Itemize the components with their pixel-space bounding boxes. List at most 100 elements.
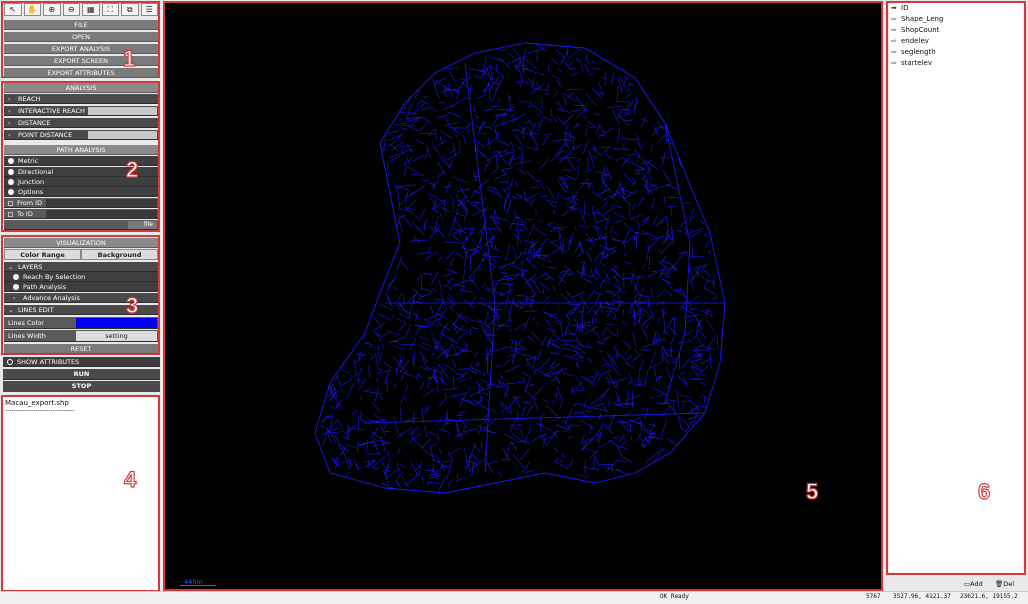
junction-label: Junction	[18, 178, 45, 186]
attribute-field[interactable]: ⇨ endelev	[889, 36, 1023, 47]
radio-icon	[8, 169, 14, 175]
label-1: 1	[122, 45, 136, 71]
pointer-icon[interactable]: ↖	[4, 3, 22, 16]
show-attributes-toggle[interactable]: SHOW ATTRIBUTES	[3, 357, 160, 367]
radio-icon	[13, 284, 19, 290]
directional-label: Directional	[18, 168, 54, 176]
chevron-right-icon: ›	[8, 131, 11, 139]
attribute-field-label: seglength	[901, 48, 936, 56]
lines-width-setting[interactable]: setting	[76, 331, 157, 341]
interactive-reach-input[interactable]	[88, 107, 157, 115]
options-label: Options	[18, 188, 44, 196]
chevron-right-icon: ›	[8, 95, 11, 103]
full-extent-icon[interactable]: ⛶	[101, 3, 119, 16]
attribute-field-label: endelev	[901, 37, 929, 45]
distance-item[interactable]: › DISTANCE	[4, 118, 158, 128]
to-id-label: To ID	[17, 210, 33, 218]
arrow-outline-icon: ⇨	[891, 37, 897, 45]
chevron-right-icon: ›	[8, 119, 11, 127]
status-state: OK Ready	[660, 593, 689, 600]
reach-label: REACH	[18, 95, 41, 103]
panel-log	[1, 395, 160, 592]
stop-button[interactable]: STOP	[3, 381, 160, 392]
label-2: 2	[125, 156, 139, 182]
zoom-out-icon[interactable]: ⊖	[62, 3, 80, 16]
pan-hand-icon[interactable]: ✋	[23, 3, 41, 16]
run-button[interactable]: RUN	[3, 369, 160, 380]
distance-label: DISTANCE	[18, 119, 51, 127]
log-filename: Macau_export.shp	[5, 399, 69, 407]
attribute-field[interactable]: ⇨ startelev	[889, 58, 1023, 69]
chevron-down-icon: ⌄	[8, 306, 14, 314]
point-distance-input[interactable]	[88, 131, 157, 139]
layer-icon[interactable]: ⧉	[121, 3, 139, 16]
reach-by-selection-option[interactable]: Reach By Selection	[4, 272, 158, 282]
path-analysis-label: Path Analysis	[23, 283, 67, 291]
status-count: 5767	[866, 593, 881, 600]
interactive-reach-label: INTERACTIVE REACH	[18, 107, 85, 115]
grid-icon[interactable]: ▦	[82, 3, 100, 16]
radio-icon	[13, 274, 19, 280]
reset-button[interactable]: RESET	[4, 344, 158, 354]
open-button[interactable]: OPEN	[4, 32, 158, 42]
zoom-in-icon[interactable]: ⊕	[43, 3, 61, 16]
arrow-outline-icon: ⇨	[891, 15, 897, 23]
checkbox-icon[interactable]	[8, 200, 13, 206]
attribute-list: ➡ ID ⇨ Shape_Leng ⇨ ShopCount ⇨ endelev ⇨ segleng…	[889, 3, 1023, 573]
attribute-field-label: ID	[901, 4, 909, 12]
show-attributes-label: SHOW ATTRIBUTES	[17, 358, 80, 366]
coastline-road	[314, 42, 726, 494]
advance-analysis-label: Advance Analysis	[23, 294, 80, 302]
visualization-header: VISUALIZATION	[4, 238, 158, 248]
attribute-field[interactable]: ⇨ ShopCount	[889, 25, 1023, 36]
path-analysis-option[interactable]: Path Analysis	[4, 282, 158, 292]
background-button[interactable]: Background	[81, 249, 158, 260]
checkbox-icon[interactable]	[8, 211, 13, 217]
layers-item[interactable]: ⌄ LAYERS	[4, 262, 158, 272]
chevron-down-icon: ⌄	[8, 263, 14, 271]
file-button-small[interactable]: file	[128, 221, 157, 229]
radio-icon	[7, 359, 13, 365]
toolbar: ↖ ✋ ⊕ ⊖ ▦ ⛶ ⧉ ☰	[4, 3, 158, 17]
attribute-field-label: Shape_Leng	[901, 15, 944, 23]
radio-icon	[8, 189, 14, 195]
arrow-outline-icon: ⇨	[891, 59, 897, 67]
label-6: 6	[977, 478, 991, 504]
street-network[interactable]	[165, 3, 881, 589]
color-range-button[interactable]: Color Range	[4, 249, 81, 260]
street-lines	[319, 44, 719, 492]
log-separator: --------------------------------	[5, 407, 75, 414]
reach-by-selection-label: Reach By Selection	[23, 273, 86, 281]
attribute-field[interactable]: ⇨ seglength	[889, 47, 1023, 58]
arrow-filled-icon: ➡	[891, 4, 897, 12]
label-4: 4	[123, 466, 137, 492]
radio-icon	[8, 179, 14, 185]
list-icon[interactable]: ☰	[140, 3, 158, 16]
lines-edit-label: LINES EDIT	[18, 306, 54, 314]
lines-color-swatch[interactable]	[76, 318, 157, 328]
to-id-input[interactable]	[46, 210, 157, 218]
options-option[interactable]: Options	[4, 187, 158, 197]
reach-item[interactable]: › REACH	[4, 94, 158, 104]
street-segments	[314, 42, 726, 494]
delete-field-button[interactable]: 🗑Del	[995, 580, 1014, 588]
metric-label: Metric	[18, 157, 39, 165]
from-id-input[interactable]	[46, 199, 157, 207]
file-button[interactable]: FILE	[4, 20, 158, 30]
radio-icon	[8, 158, 14, 164]
attribute-field-label: startelev	[901, 59, 933, 67]
path-analysis-header: PATH ANALYSIS	[4, 145, 158, 155]
add-field-button[interactable]: ▭Add	[964, 580, 983, 588]
label-3: 3	[125, 292, 139, 318]
analysis-header: ANALYSIS	[4, 83, 158, 93]
lines-color-label: Lines Color	[8, 319, 44, 327]
lines-width-label: Lines Width	[8, 332, 46, 340]
attribute-field[interactable]: ⇨ Shape_Leng	[889, 14, 1023, 25]
scale-label: 445m	[184, 578, 203, 586]
chevron-right-icon: ›	[8, 107, 11, 115]
label-5: 5	[805, 478, 819, 504]
add-label: Add	[970, 580, 983, 588]
arrow-outline-icon: ⇨	[891, 26, 897, 34]
attribute-field[interactable]: ➡ ID	[889, 3, 1023, 14]
layers-label: LAYERS	[18, 263, 43, 271]
